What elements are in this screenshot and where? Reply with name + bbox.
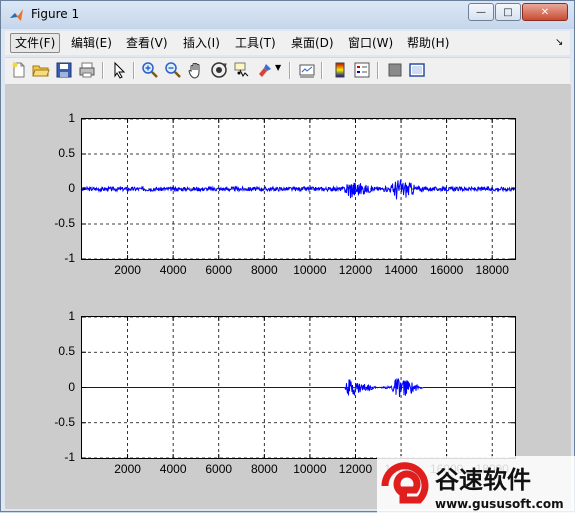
x-tick-label: 8000 bbox=[250, 462, 278, 476]
y-tick-label: -1 bbox=[64, 450, 75, 464]
legend-icon[interactable] bbox=[353, 61, 371, 79]
y-tick-label: -0.5 bbox=[54, 216, 75, 230]
toolbar-separator bbox=[133, 62, 135, 79]
minimize-icon: — bbox=[476, 6, 486, 18]
title-bar[interactable]: Figure 1 — □ ✕ bbox=[1, 1, 574, 29]
open-file-icon[interactable] bbox=[32, 61, 50, 79]
zoom-out-icon[interactable] bbox=[164, 61, 182, 79]
y-tick-label: 0.5 bbox=[58, 344, 75, 359]
menu-file[interactable]: 文件(F) bbox=[10, 33, 61, 53]
menu-window[interactable]: 窗口(W) bbox=[344, 33, 397, 53]
y-tick-label: 0.5 bbox=[58, 146, 75, 160]
close-icon: ✕ bbox=[540, 6, 550, 18]
x-tick-label: 4000 bbox=[159, 462, 187, 476]
x-tick-label: 6000 bbox=[205, 263, 233, 277]
colorbar-icon[interactable] bbox=[331, 61, 349, 79]
rotate-3d-icon[interactable] bbox=[210, 61, 228, 79]
link-plot-icon[interactable] bbox=[298, 61, 316, 79]
x-tick-label: 18000 bbox=[475, 263, 509, 277]
brush-dropdown-icon[interactable]: ▼ bbox=[275, 63, 281, 72]
menu-edit[interactable]: 编辑(E) bbox=[67, 33, 116, 53]
figure-toolbar: ▼ bbox=[5, 57, 570, 85]
axes-top-plot bbox=[82, 119, 515, 259]
maximize-icon: □ bbox=[503, 6, 513, 18]
x-tick-label: 16000 bbox=[429, 263, 464, 277]
menu-view[interactable]: 查看(V) bbox=[122, 33, 172, 53]
x-tick-label: 12000 bbox=[338, 462, 373, 476]
x-tick-label: 4000 bbox=[159, 263, 187, 277]
hide-plot-tools-icon[interactable] bbox=[386, 61, 404, 79]
pan-icon[interactable] bbox=[187, 61, 205, 79]
dock-arrow-icon[interactable]: ↘ bbox=[551, 33, 567, 53]
y-tick-label: -1 bbox=[64, 251, 75, 265]
menu-insert[interactable]: 插入(I) bbox=[179, 33, 224, 53]
y-tick-label: 1 bbox=[68, 309, 75, 323]
save-icon[interactable] bbox=[55, 61, 73, 79]
signal-series-line bbox=[82, 377, 515, 397]
y-tick-label: 0 bbox=[68, 379, 75, 394]
y-tick-label: -0.5 bbox=[54, 414, 75, 429]
toolbar-separator bbox=[321, 62, 323, 79]
figure-window: Figure 1 — □ ✕ 文件(F) 编辑(E) 查看(V) 插入(I) 工… bbox=[0, 0, 575, 513]
watermark-logo: 谷速软件 www.gususoft.com bbox=[377, 456, 575, 513]
axes-bottom[interactable] bbox=[81, 316, 516, 459]
menu-bar: 文件(F) 编辑(E) 查看(V) 插入(I) 工具(T) 桌面(D) 窗口(W… bbox=[5, 31, 570, 55]
zoom-in-icon[interactable] bbox=[141, 61, 159, 79]
x-tick-label: 12000 bbox=[338, 263, 373, 277]
svg-text:www.gususoft.com: www.gususoft.com bbox=[435, 497, 564, 511]
x-tick-label: 8000 bbox=[250, 263, 278, 277]
menu-tools[interactable]: 工具(T) bbox=[231, 33, 280, 53]
menu-help[interactable]: 帮助(H) bbox=[403, 33, 453, 53]
x-tick-label: 10000 bbox=[293, 263, 327, 277]
signal-series-line bbox=[82, 179, 515, 200]
data-cursor-icon[interactable] bbox=[233, 61, 251, 79]
x-tick-label: 14000 bbox=[384, 263, 418, 277]
show-plot-tools-icon[interactable] bbox=[408, 61, 426, 79]
y-tick-label: 1 bbox=[68, 111, 75, 125]
toolbar-separator bbox=[102, 62, 104, 79]
brush-icon[interactable] bbox=[256, 61, 274, 79]
y-tick-label: 0 bbox=[68, 181, 75, 195]
close-button[interactable]: ✕ bbox=[522, 3, 568, 21]
print-icon[interactable] bbox=[78, 61, 96, 79]
pointer-icon[interactable] bbox=[110, 61, 128, 79]
x-tick-label: 2000 bbox=[114, 263, 141, 277]
window-title: Figure 1 bbox=[31, 7, 80, 21]
toolbar-separator bbox=[289, 62, 291, 79]
svg-text:谷速软件: 谷速软件 bbox=[435, 466, 531, 494]
axes-bottom-plot bbox=[82, 317, 515, 458]
x-tick-label: 10000 bbox=[293, 462, 327, 476]
maximize-button[interactable]: □ bbox=[495, 3, 521, 21]
x-tick-label: 6000 bbox=[205, 462, 233, 476]
toolbar-separator bbox=[377, 62, 379, 79]
minimize-button[interactable]: — bbox=[468, 3, 494, 21]
new-figure-icon[interactable] bbox=[10, 61, 28, 79]
matlab-icon bbox=[10, 9, 23, 21]
x-tick-label: 2000 bbox=[114, 462, 141, 476]
axes-top[interactable] bbox=[81, 118, 516, 260]
menu-desktop[interactable]: 桌面(D) bbox=[287, 33, 338, 53]
